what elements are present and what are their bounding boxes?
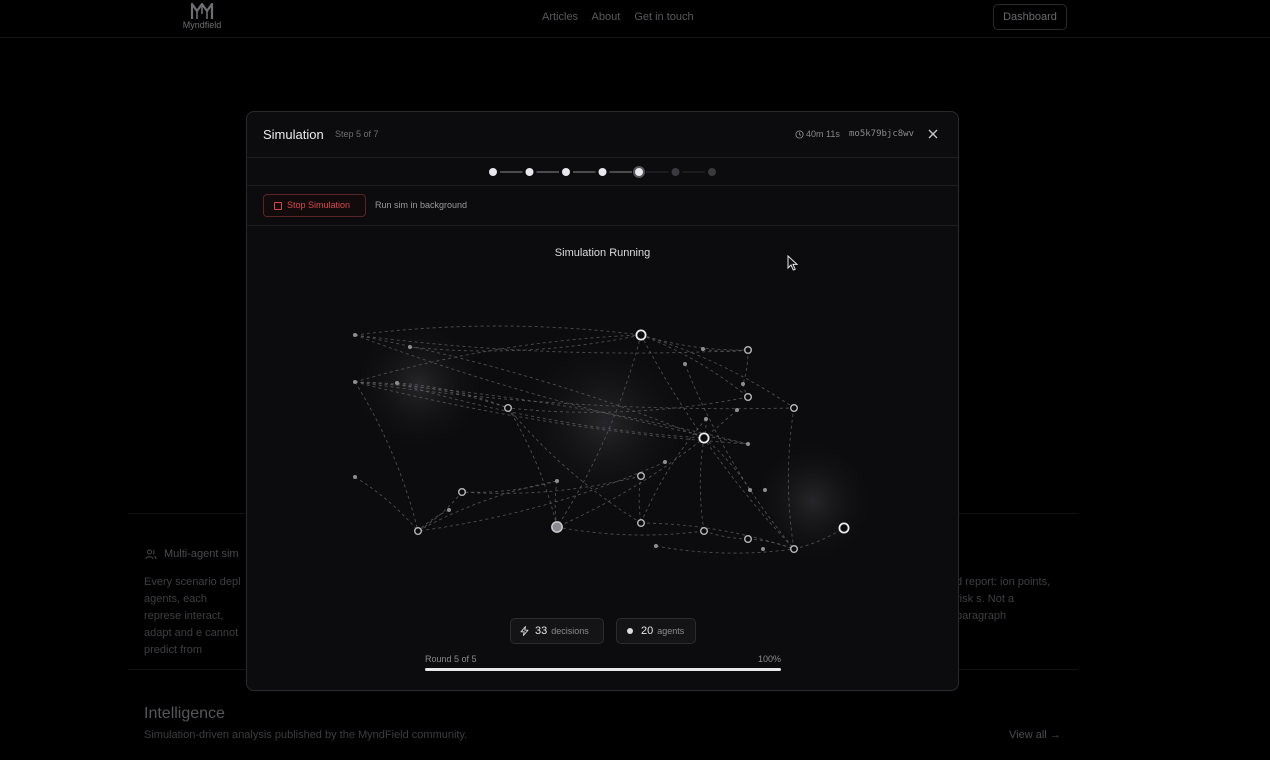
agent-node [504, 404, 513, 413]
agent-node-small [741, 382, 745, 386]
feature-left-text: Every scenario depl agents, each represe… [144, 576, 241, 656]
graph-edge [417, 509, 450, 532]
agent-node [744, 535, 753, 544]
agent-node-small [395, 381, 399, 385]
agent-node-small [447, 508, 451, 512]
graph-edge [556, 526, 705, 536]
agent-node-small [663, 460, 667, 464]
decisions-label: decisions [551, 626, 589, 636]
graph-edge [354, 476, 419, 532]
agent-node [637, 519, 646, 528]
agent-dot-icon [627, 628, 633, 634]
agent-node [700, 527, 709, 536]
graph-edge [699, 437, 705, 532]
mouse-cursor-icon [787, 255, 799, 271]
round-progress-bar [425, 668, 781, 671]
graph-edge [417, 491, 463, 532]
agent-node-small [683, 362, 687, 366]
graph-glow [349, 315, 489, 455]
round-percent: 100% [758, 654, 782, 664]
intelligence-subtitle: Simulation-driven analysis published by … [144, 729, 468, 741]
brand-name: Myndfield [182, 20, 222, 30]
agent-node [744, 393, 753, 402]
agent-node-active [551, 521, 563, 533]
agent-node-small [353, 475, 357, 479]
myndfield-logo-icon [190, 2, 214, 19]
nav-link-about[interactable]: About [592, 11, 621, 23]
graph-edge [703, 437, 751, 491]
graph-glow [748, 436, 878, 566]
intelligence-title: Intelligence [144, 705, 225, 722]
agent-node-large [635, 329, 647, 341]
agent-node [790, 545, 799, 554]
agent-node [413, 527, 422, 536]
agent-node-small [701, 347, 705, 351]
dashboard-button[interactable]: Dashboard [993, 4, 1067, 30]
top-nav: Myndfield Articles About Get in touch Da… [0, 0, 1270, 38]
feature-right-text: d report: ion points, risk s. Not a para… [956, 576, 1051, 622]
agent-node-large [698, 432, 710, 444]
agent-network-graph [349, 315, 878, 566]
round-progress-fill [425, 668, 781, 671]
agents-label: agents [657, 626, 685, 636]
graph-glow [515, 333, 695, 513]
round-label: Round 5 of 5 [425, 654, 477, 664]
agent-node-small [654, 544, 658, 548]
agent-node-small [763, 488, 767, 492]
agent-node [744, 345, 753, 354]
agent-node-small [555, 479, 559, 483]
nav-links: Articles About Get in touch [542, 11, 705, 23]
graph-edge [640, 334, 749, 351]
decisions-counter: 33 decisions [510, 618, 604, 644]
agent-node [457, 488, 466, 497]
agent-node-small [408, 345, 412, 349]
simulation-modal: Simulation Step 5 of 7 40m 11s mo5k79bjc… [246, 111, 959, 691]
view-all-link[interactable]: View all → [1009, 729, 1061, 741]
graph-edge [417, 480, 558, 532]
agent-node-small [735, 408, 739, 412]
feature-title: Multi-agent sim [164, 548, 239, 560]
agent-node-small [748, 488, 752, 492]
agent-node-large [838, 522, 850, 534]
agents-counter: 20 agents [616, 618, 696, 644]
nav-link-contact[interactable]: Get in touch [634, 11, 693, 23]
agent-node-small [746, 442, 750, 446]
agents-value: 20 [641, 625, 654, 637]
brand-logo[interactable]: Myndfield [182, 2, 222, 30]
nav-link-articles[interactable]: Articles [542, 11, 578, 23]
lightning-icon [520, 626, 529, 636]
agent-node-small [704, 417, 708, 421]
agent-node [790, 404, 799, 413]
graph-edge [703, 530, 749, 540]
agent-node-small [353, 333, 357, 337]
agent-node-small [353, 380, 357, 384]
agent-node-small [761, 547, 765, 551]
agent-node [637, 472, 646, 481]
decisions-value: 33 [535, 625, 548, 637]
